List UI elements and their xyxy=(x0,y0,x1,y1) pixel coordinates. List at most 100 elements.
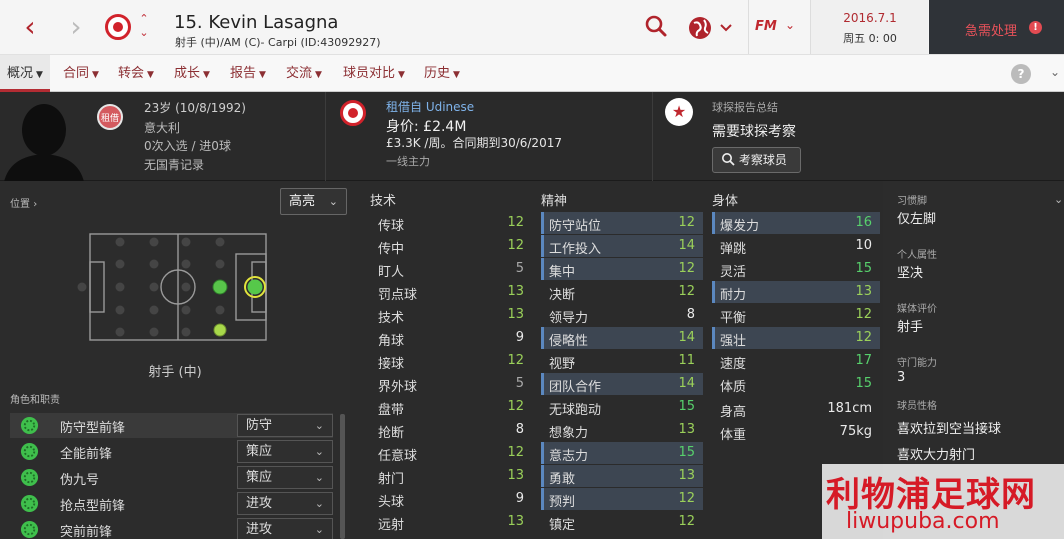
attribute-name: 平衡 xyxy=(720,311,747,326)
attribute-value: 12 xyxy=(855,307,872,322)
tab-transfer[interactable]: 转会 ▼ xyxy=(118,55,154,92)
fm-menu-button[interactable]: FM ⌄ xyxy=(748,0,808,54)
attribute-name: 射门 xyxy=(378,472,405,487)
tab-reports[interactable]: 报告 ▼ xyxy=(230,55,266,92)
attribute-value: 13 xyxy=(507,514,524,529)
attribute-value: 12 xyxy=(507,215,524,230)
attribute-name: 灵活 xyxy=(720,265,747,280)
help-icon[interactable]: ? xyxy=(1011,64,1031,84)
attribute-row: 领导力 8 xyxy=(541,304,703,326)
role-row[interactable]: 抢点型前锋 进攻 ⌄ xyxy=(10,491,333,516)
attribute-name: 决断 xyxy=(549,288,576,303)
duty-select[interactable]: 防守 ⌄ xyxy=(237,414,333,437)
game-date-box[interactable]: 2016.7.1 周五 0: 00 xyxy=(810,0,928,54)
attribute-value: 13 xyxy=(855,284,872,299)
tab-interaction[interactable]: 交流 ▼ xyxy=(286,55,322,92)
role-row[interactable]: 伪九号 策应 ⌄ xyxy=(10,465,333,490)
role-row[interactable]: 突前前锋 进攻 ⌄ xyxy=(10,517,333,539)
duty-select[interactable]: 策应 ⌄ xyxy=(237,440,333,463)
role-row[interactable]: 全能前锋 策应 ⌄ xyxy=(10,439,333,464)
roles-scrollbar[interactable] xyxy=(340,414,345,539)
back-arrow-icon[interactable]: ‹ xyxy=(16,10,44,44)
attribute-name: 盘带 xyxy=(378,403,405,418)
scout-player-button[interactable]: 考察球员 xyxy=(712,147,801,173)
urgent-action-button[interactable]: 急需处理 ! xyxy=(929,0,1064,54)
attribute-row: 决断 12 xyxy=(541,281,703,303)
traits-heading: 球员性格 xyxy=(897,401,937,412)
attribute-name: 速度 xyxy=(720,357,747,372)
attribute-value: 12 xyxy=(507,399,524,414)
tab-contract[interactable]: 合同 ▼ xyxy=(63,55,99,92)
attribute-value: 14 xyxy=(678,238,695,253)
position-heading[interactable]: 位置 › xyxy=(10,195,37,210)
attribute-value: 12 xyxy=(507,238,524,253)
attribute-value: 8 xyxy=(686,307,695,322)
attribute-value: 9 xyxy=(515,330,524,345)
parent-club-badge-icon[interactable] xyxy=(340,100,366,126)
watermark-url: liwupuba.com xyxy=(846,509,1000,534)
attribute-row: 镇定 12 xyxy=(541,511,703,533)
divider xyxy=(652,92,653,181)
duty-select[interactable]: 进攻 ⌄ xyxy=(237,492,333,515)
attribute-row: 传球 12 xyxy=(370,212,532,234)
attribute-value: 5 xyxy=(515,376,524,391)
duty-select[interactable]: 进攻 ⌄ xyxy=(237,518,333,539)
attribute-name: 爆发力 xyxy=(720,219,760,234)
tab-label: 交流 xyxy=(286,66,313,81)
highlight-select[interactable]: 高亮 ⌄ xyxy=(280,188,347,215)
attribute-name: 镇定 xyxy=(549,518,576,533)
attribute-name: 强壮 xyxy=(720,334,747,349)
attribute-value: 12 xyxy=(855,330,872,345)
weight-row: 体重 75kg xyxy=(712,421,880,443)
attribute-name: 接球 xyxy=(378,357,405,372)
tab-overview[interactable]: 概况 ▼ xyxy=(0,55,50,92)
tab-compare[interactable]: 球员对比 ▼ xyxy=(343,55,405,92)
attribute-row: 无球跑动 15 xyxy=(541,396,703,418)
globe-icon xyxy=(689,17,732,39)
globe-menu-button[interactable] xyxy=(688,15,736,41)
player-cycle-arrows-icon[interactable]: ⌃ ⌄ xyxy=(138,12,150,40)
position-panel: 位置 › 高亮 ⌄ 射手 (中) 角色和职责 防守型前锋 防守 ⌄ 全能前锋 策应 ⌄ xyxy=(0,181,350,539)
player-title: 15. Kevin Lasagna xyxy=(174,12,339,33)
attribute-row: 预判 12 xyxy=(541,488,703,510)
loan-from-link[interactable]: 租借自 Udinese xyxy=(386,98,474,115)
attribute-name: 界外球 xyxy=(378,380,418,395)
chevron-down-icon[interactable]: ⌄ xyxy=(1054,193,1063,206)
player-info-strip: 租借 23岁 (10/8/1992) 意大利 0次入选 / 进0球 无国青记录 … xyxy=(0,92,1064,182)
scout-report-text: 需要球探考察 xyxy=(712,124,796,140)
attribute-value: 12 xyxy=(678,284,695,299)
attribute-row: 爆发力 16 xyxy=(712,212,880,234)
chevron-down-icon: ⌄ xyxy=(314,471,324,484)
personality-value: 坚决 xyxy=(897,266,924,281)
club-badge-icon[interactable] xyxy=(105,14,131,40)
attribute-value: 10 xyxy=(855,238,872,253)
chevron-down-icon[interactable]: ⌄ xyxy=(1050,65,1060,79)
attribute-value: 12 xyxy=(507,353,524,368)
trait-item: 喜欢拉到空当接球 xyxy=(897,422,1002,437)
attribute-value: 13 xyxy=(678,468,695,483)
duty-select[interactable]: 策应 ⌄ xyxy=(237,466,333,489)
attribute-row: 工作投入 14 xyxy=(541,235,703,257)
position-dots xyxy=(77,237,225,337)
attribute-row: 体质 15 xyxy=(712,373,880,395)
role-rating-icon xyxy=(20,442,39,461)
player-portrait xyxy=(0,100,88,182)
forward-arrow-icon[interactable]: › xyxy=(62,10,90,44)
tab-history[interactable]: 历史 ▼ xyxy=(424,55,460,92)
chevron-down-icon: ▼ xyxy=(453,70,460,80)
tab-development[interactable]: 成长 ▼ xyxy=(174,55,210,92)
chevron-down-icon: ⌄ xyxy=(314,497,324,510)
role-rating-icon xyxy=(20,468,39,487)
search-icon[interactable] xyxy=(644,13,670,41)
squad-status: 一线主力 xyxy=(386,155,430,168)
attribute-row: 视野 11 xyxy=(541,350,703,372)
role-row[interactable]: 防守型前锋 防守 ⌄ xyxy=(10,413,333,438)
player-value: 身价: £2.4M xyxy=(386,119,467,135)
duty-value: 进攻 xyxy=(246,522,273,537)
attribute-row: 集中 12 xyxy=(541,258,703,280)
player-nationality[interactable]: 意大利 xyxy=(144,119,180,136)
attribute-name: 任意球 xyxy=(378,449,418,464)
role-rating-icon xyxy=(20,520,39,539)
attribute-name: 罚点球 xyxy=(378,288,418,303)
attribute-value: 16 xyxy=(855,215,872,230)
